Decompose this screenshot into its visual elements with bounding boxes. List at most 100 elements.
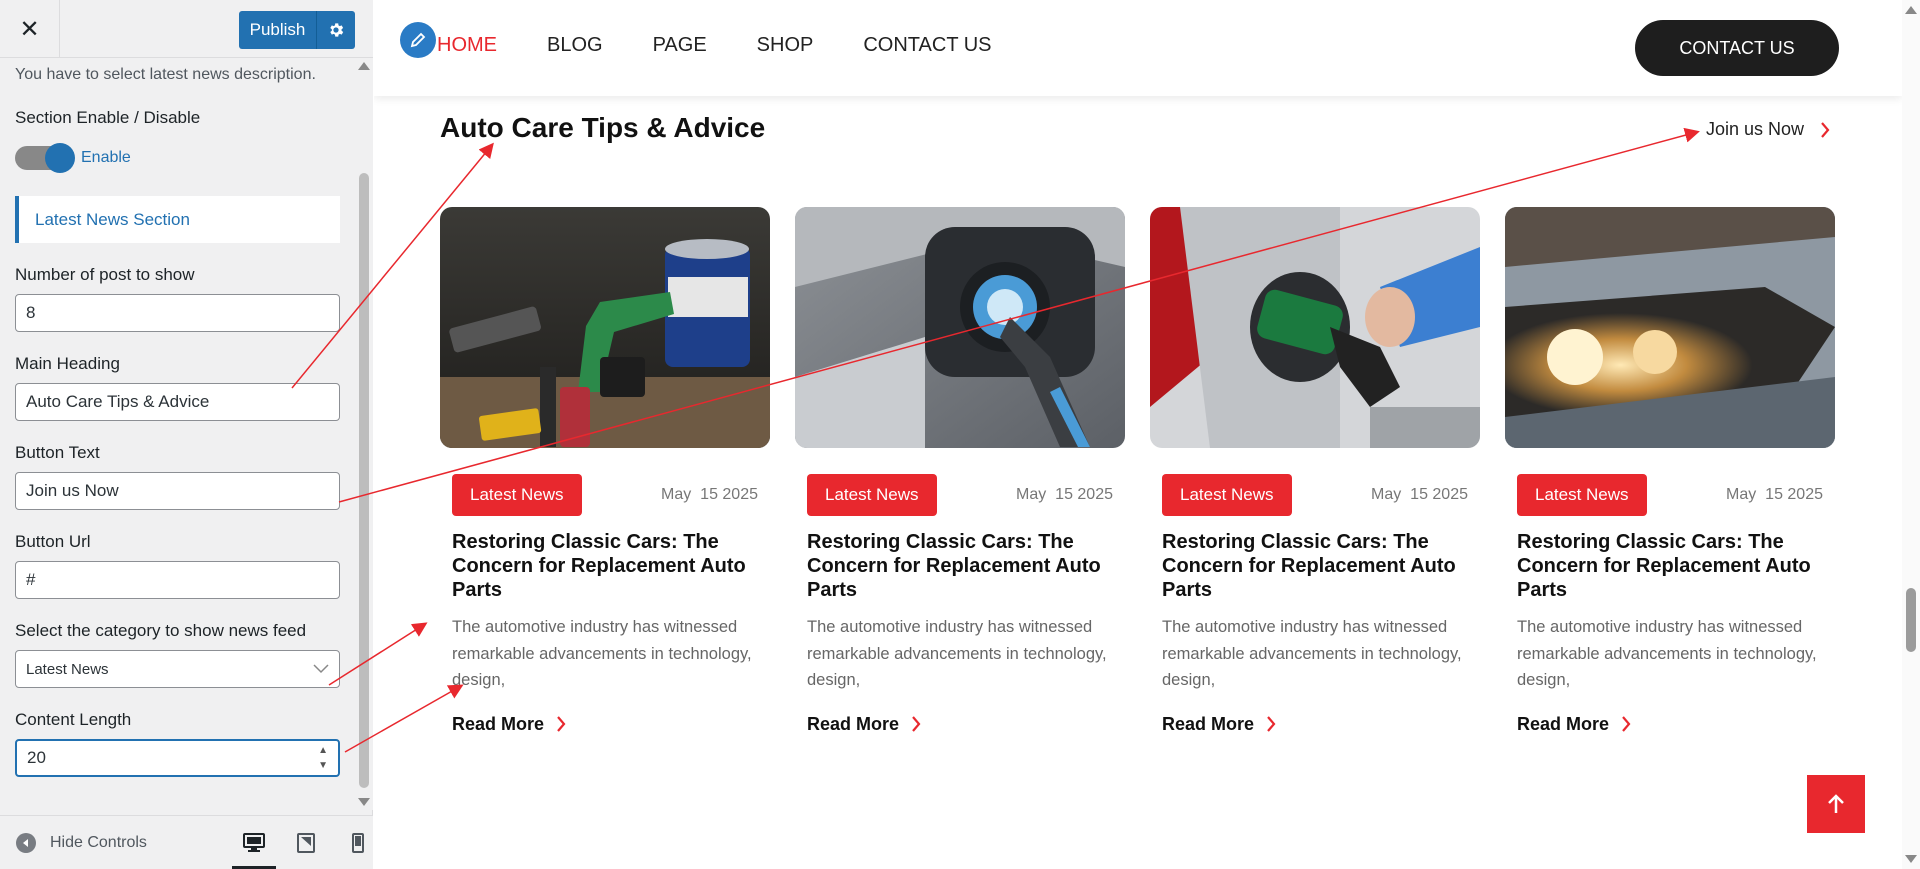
chevron-right-icon xyxy=(1267,716,1276,732)
menu-item-page[interactable]: PAGE xyxy=(653,34,707,57)
spin-up-icon[interactable]: ▲ xyxy=(318,745,328,756)
controls-scrollbar[interactable] xyxy=(355,58,373,810)
post-date: May 15 2025 xyxy=(1016,486,1113,503)
chevron-right-icon xyxy=(912,716,921,732)
scroll-to-top-button[interactable] xyxy=(1807,775,1865,833)
close-customizer-button[interactable]: ✕ xyxy=(0,0,60,58)
posts-count-label: Number of post to show xyxy=(15,265,195,284)
category-badge[interactable]: Latest News xyxy=(1517,474,1647,516)
news-thumbnail-headlight[interactable] xyxy=(1505,207,1835,448)
post-date: May 15 2025 xyxy=(661,486,758,503)
customizer-sidebar: ✕ Publish You have to select latest news… xyxy=(0,0,373,869)
number-spinner[interactable]: ▲ ▼ xyxy=(318,745,328,771)
arrow-up-icon xyxy=(1828,794,1844,813)
pencil-icon xyxy=(410,32,426,48)
chevron-down-icon xyxy=(313,664,329,674)
publish-button[interactable]: Publish xyxy=(239,11,317,49)
main-heading-label: Main Heading xyxy=(15,354,120,373)
menu-item-blog[interactable]: BLOG xyxy=(547,34,603,57)
read-more-label: Read More xyxy=(807,713,900,734)
news-card: Latest News May 15 2025 Restoring Classi… xyxy=(1150,207,1480,735)
spin-down-icon[interactable]: ▼ xyxy=(318,760,328,771)
posts-count-input[interactable]: 8 xyxy=(15,294,340,332)
post-date: May 15 2025 xyxy=(1726,486,1823,503)
scroll-up-arrow[interactable] xyxy=(1905,6,1917,14)
contact-us-button[interactable]: CONTACT US xyxy=(1635,20,1839,76)
section-toggle-row: Enable xyxy=(15,143,340,173)
category-badge[interactable]: Latest News xyxy=(452,474,582,516)
category-badge[interactable]: Latest News xyxy=(807,474,937,516)
section-description: You have to select latest news descripti… xyxy=(15,66,316,83)
toggle-knob xyxy=(45,143,75,173)
category-badge[interactable]: Latest News xyxy=(1162,474,1292,516)
site-preview: HOME BLOG PAGE SHOP CONTACT US CONTACT U… xyxy=(374,0,1902,869)
publish-settings-button[interactable] xyxy=(317,11,355,49)
read-more-label: Read More xyxy=(1162,713,1255,734)
customizer-header: ✕ Publish xyxy=(0,0,373,58)
read-more-link[interactable]: Read More xyxy=(795,714,1125,735)
content-length-value: 20 xyxy=(27,748,46,767)
category-select-value: Latest News xyxy=(26,660,109,678)
chevron-right-icon xyxy=(557,716,566,732)
latest-news-section-heading: Latest News Section xyxy=(15,196,340,243)
scroll-down-arrow[interactable] xyxy=(358,798,370,806)
button-text-label: Button Text xyxy=(15,443,100,462)
read-more-label: Read More xyxy=(452,713,545,734)
post-excerpt: The automotive industry has witnessed re… xyxy=(452,618,752,689)
hide-controls-button[interactable]: Hide Controls xyxy=(16,832,147,853)
menu-item-shop[interactable]: SHOP xyxy=(757,34,814,57)
scroll-thumb[interactable] xyxy=(1906,588,1916,652)
collapse-arrow-icon xyxy=(16,832,36,853)
tablet-icon xyxy=(297,833,315,853)
post-excerpt: The automotive industry has witnessed re… xyxy=(1517,618,1817,689)
news-thumbnail-tools[interactable] xyxy=(440,207,770,448)
menu-item-contact[interactable]: CONTACT US xyxy=(863,34,991,57)
customizer-footer: Hide Controls xyxy=(0,815,373,869)
section-enable-toggle[interactable] xyxy=(15,143,75,173)
read-more-link[interactable]: Read More xyxy=(440,714,770,735)
read-more-label: Read More xyxy=(1517,713,1610,734)
post-title[interactable]: Restoring Classic Cars: The Concern for … xyxy=(1150,530,1480,602)
join-us-link[interactable]: Join us Now xyxy=(1706,119,1830,140)
card-meta: Latest News May 15 2025 xyxy=(795,474,1125,516)
post-title[interactable]: Restoring Classic Cars: The Concern for … xyxy=(1505,530,1835,602)
section-toggle-title: Section Enable / Disable xyxy=(15,108,201,127)
card-meta: Latest News May 15 2025 xyxy=(1150,474,1480,516)
tablet-preview-button[interactable] xyxy=(280,816,332,869)
scroll-up-arrow[interactable] xyxy=(358,62,370,70)
desktop-icon xyxy=(243,833,265,852)
gear-icon xyxy=(330,23,344,37)
read-more-link[interactable]: Read More xyxy=(1505,714,1835,735)
news-cards: Latest News May 15 2025 Restoring Classi… xyxy=(440,207,1860,735)
post-excerpt: The automotive industry has witnessed re… xyxy=(1162,618,1462,689)
news-card: Latest News May 15 2025 Restoring Classi… xyxy=(795,207,1125,735)
button-text-input[interactable]: Join us Now xyxy=(15,472,340,510)
news-section-heading: Auto Care Tips & Advice xyxy=(440,112,766,143)
site-logo[interactable] xyxy=(400,22,436,58)
content-length-input[interactable]: 20 ▲ ▼ xyxy=(15,739,340,777)
toggle-label: Enable xyxy=(81,149,131,166)
preview-scrollbar[interactable] xyxy=(1902,0,1920,869)
post-title[interactable]: Restoring Classic Cars: The Concern for … xyxy=(795,530,1125,602)
main-menu: HOME BLOG PAGE SHOP CONTACT US xyxy=(437,34,992,57)
publish-button-group: Publish xyxy=(239,11,355,49)
site-header: HOME BLOG PAGE SHOP CONTACT US CONTACT U… xyxy=(374,0,1902,96)
news-thumbnail-ev-charging[interactable] xyxy=(795,207,1125,448)
news-thumbnail-fuel-nozzle[interactable] xyxy=(1150,207,1480,448)
post-excerpt: The automotive industry has witnessed re… xyxy=(807,618,1107,689)
chevron-right-icon xyxy=(1622,716,1631,732)
device-preview-switcher xyxy=(228,816,384,869)
main-heading-input[interactable]: Auto Care Tips & Advice xyxy=(15,383,340,421)
card-meta: Latest News May 15 2025 xyxy=(440,474,770,516)
menu-item-home[interactable]: HOME xyxy=(437,34,497,57)
post-title[interactable]: Restoring Classic Cars: The Concern for … xyxy=(440,530,770,602)
scroll-thumb[interactable] xyxy=(359,173,369,788)
category-select[interactable]: Latest News xyxy=(15,650,340,688)
desktop-preview-button[interactable] xyxy=(228,816,280,869)
mobile-icon xyxy=(352,833,364,853)
button-url-input[interactable]: # xyxy=(15,561,340,599)
read-more-link[interactable]: Read More xyxy=(1150,714,1480,735)
scroll-down-arrow[interactable] xyxy=(1905,855,1917,863)
news-card: Latest News May 15 2025 Restoring Classi… xyxy=(1505,207,1835,735)
join-us-label: Join us Now xyxy=(1706,119,1805,139)
